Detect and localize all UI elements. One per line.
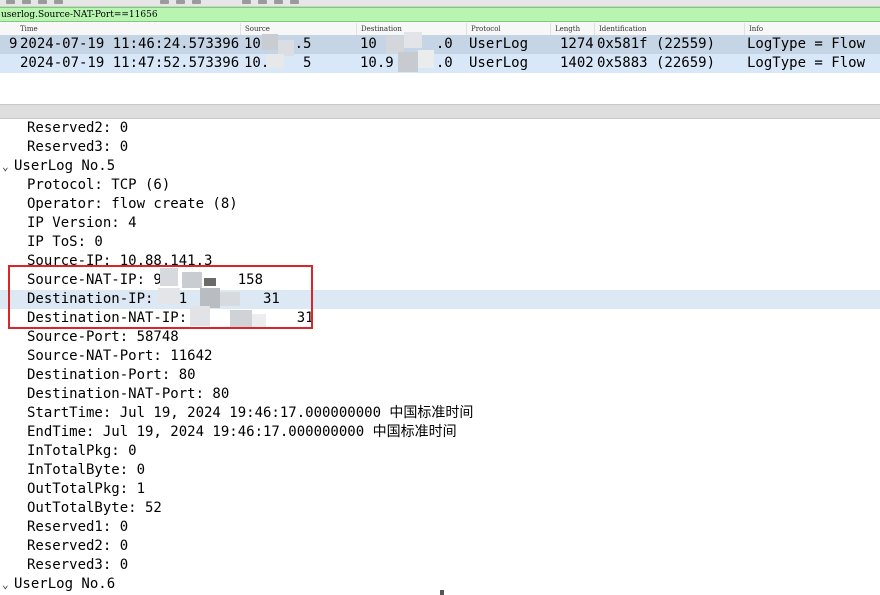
- detail-field[interactable]: Reserved3: 0: [0, 556, 880, 575]
- packet-protocol: UserLog: [469, 36, 529, 52]
- toolbar-button[interactable]: [22, 0, 31, 4]
- packet-row[interactable]: 9 2024-07-19 11:46:24.573396 10. .5 10 .…: [0, 35, 880, 54]
- detail-field[interactable]: Destination-NAT-Port: 80: [0, 385, 880, 404]
- chevron-down-icon[interactable]: ⌄: [2, 157, 9, 176]
- detail-field[interactable]: InTotalByte: 0: [0, 461, 880, 480]
- packet-info: LogType = Flow: [747, 55, 866, 71]
- detail-field[interactable]: IP Version: 4: [0, 214, 880, 233]
- detail-field[interactable]: Protocol: TCP (6): [0, 176, 880, 195]
- detail-field[interactable]: Destination-Port: 80: [0, 366, 880, 385]
- display-filter-bar[interactable]: userlog.Source-NAT-Port==11656: [0, 7, 880, 22]
- packet-info: LogType = Flow: [747, 36, 866, 52]
- pane-splitter[interactable]: [0, 104, 880, 119]
- packet-time: 2024-07-19 11:47:52.573396: [20, 55, 240, 71]
- detail-tree-node[interactable]: ⌄ UserLog No.5: [0, 157, 880, 176]
- detail-field[interactable]: OutTotalPkg: 1: [0, 480, 880, 499]
- toolbar-button[interactable]: [6, 0, 15, 4]
- toolbar-button[interactable]: [54, 0, 63, 4]
- detail-field[interactable]: EndTime: Jul 19, 2024 19:46:17.000000000…: [0, 423, 880, 442]
- toolbar-button[interactable]: [274, 0, 283, 4]
- detail-field[interactable]: StartTime: Jul 19, 2024 19:46:17.0000000…: [0, 404, 880, 423]
- main-toolbar: [0, 0, 880, 7]
- display-filter-input[interactable]: userlog.Source-NAT-Port==11656: [1, 9, 158, 21]
- packet-length: 1274: [560, 36, 594, 52]
- detail-field[interactable]: InTotalPkg: 0: [0, 442, 880, 461]
- detail-field[interactable]: IP ToS: 0: [0, 233, 880, 252]
- packet-row[interactable]: 2024-07-19 11:47:52.573396 10. 5 10.9 .0…: [0, 54, 880, 73]
- toolbar-button[interactable]: [258, 0, 267, 4]
- packet-identification: 0x5883 (22659): [597, 55, 716, 71]
- detail-field[interactable]: Reserved1: 0: [0, 518, 880, 537]
- toolbar-button[interactable]: [290, 0, 299, 4]
- highlight-annotation-box: [8, 265, 313, 329]
- toolbar-button[interactable]: [38, 0, 47, 4]
- detail-field[interactable]: Operator: flow create (8): [0, 195, 880, 214]
- packet-time: 2024-07-19 11:46:24.573396: [20, 36, 240, 52]
- detail-field[interactable]: Source-Port: 58748: [0, 328, 880, 347]
- detail-field[interactable]: OutTotalByte: 52: [0, 499, 880, 518]
- redaction-mosaic: [384, 30, 438, 76]
- redaction-mosaic: [258, 30, 302, 74]
- packet-identification: 0x581f (22559): [597, 36, 716, 52]
- detail-field[interactable]: Reserved2: 0: [0, 119, 880, 138]
- detail-field[interactable]: Reserved2: 0: [0, 537, 880, 556]
- toolbar-button[interactable]: [176, 0, 185, 4]
- toolbar-button[interactable]: [160, 0, 169, 4]
- detail-field[interactable]: Source-NAT-Port: 11642: [0, 347, 880, 366]
- packet-details-pane[interactable]: Reserved2: 0 Reserved3: 0 ⌄ UserLog No.5 …: [0, 119, 880, 595]
- toolbar-button[interactable]: [242, 0, 251, 4]
- packet-protocol: UserLog: [469, 55, 529, 71]
- packet-number: 9: [9, 36, 18, 52]
- packet-length: 1402: [560, 55, 594, 71]
- chevron-down-icon[interactable]: ⌄: [2, 575, 9, 594]
- toolbar-button[interactable]: [192, 0, 201, 4]
- detail-field[interactable]: Reserved3: 0: [0, 138, 880, 157]
- scrollbar-thumb[interactable]: [440, 590, 444, 595]
